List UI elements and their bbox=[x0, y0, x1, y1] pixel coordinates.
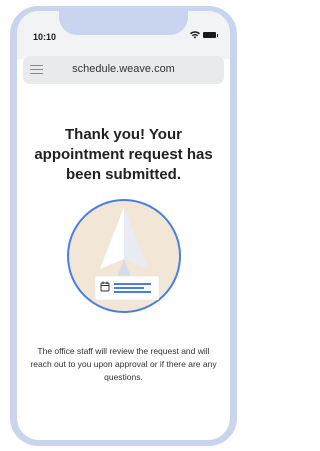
wifi-icon bbox=[190, 31, 200, 39]
status-bar: 10:10 bbox=[17, 11, 230, 59]
confirmation-message: The office staff will review the request… bbox=[30, 346, 217, 382]
paper-plane-icon bbox=[67, 199, 181, 313]
confirmation-title: Thank you! Your appointment request has … bbox=[34, 126, 213, 183]
battery-icon bbox=[203, 32, 218, 38]
status-icons bbox=[190, 31, 218, 39]
appointment-card bbox=[94, 275, 160, 301]
status-time: 10:10 bbox=[33, 32, 57, 42]
phone-notch bbox=[59, 11, 188, 35]
phone-screen: 10:10 schedule.weave.com Thank you! Your… bbox=[17, 11, 230, 440]
url-text: schedule.weave.com bbox=[72, 63, 175, 75]
url-bar[interactable]: schedule.weave.com bbox=[23, 56, 224, 84]
